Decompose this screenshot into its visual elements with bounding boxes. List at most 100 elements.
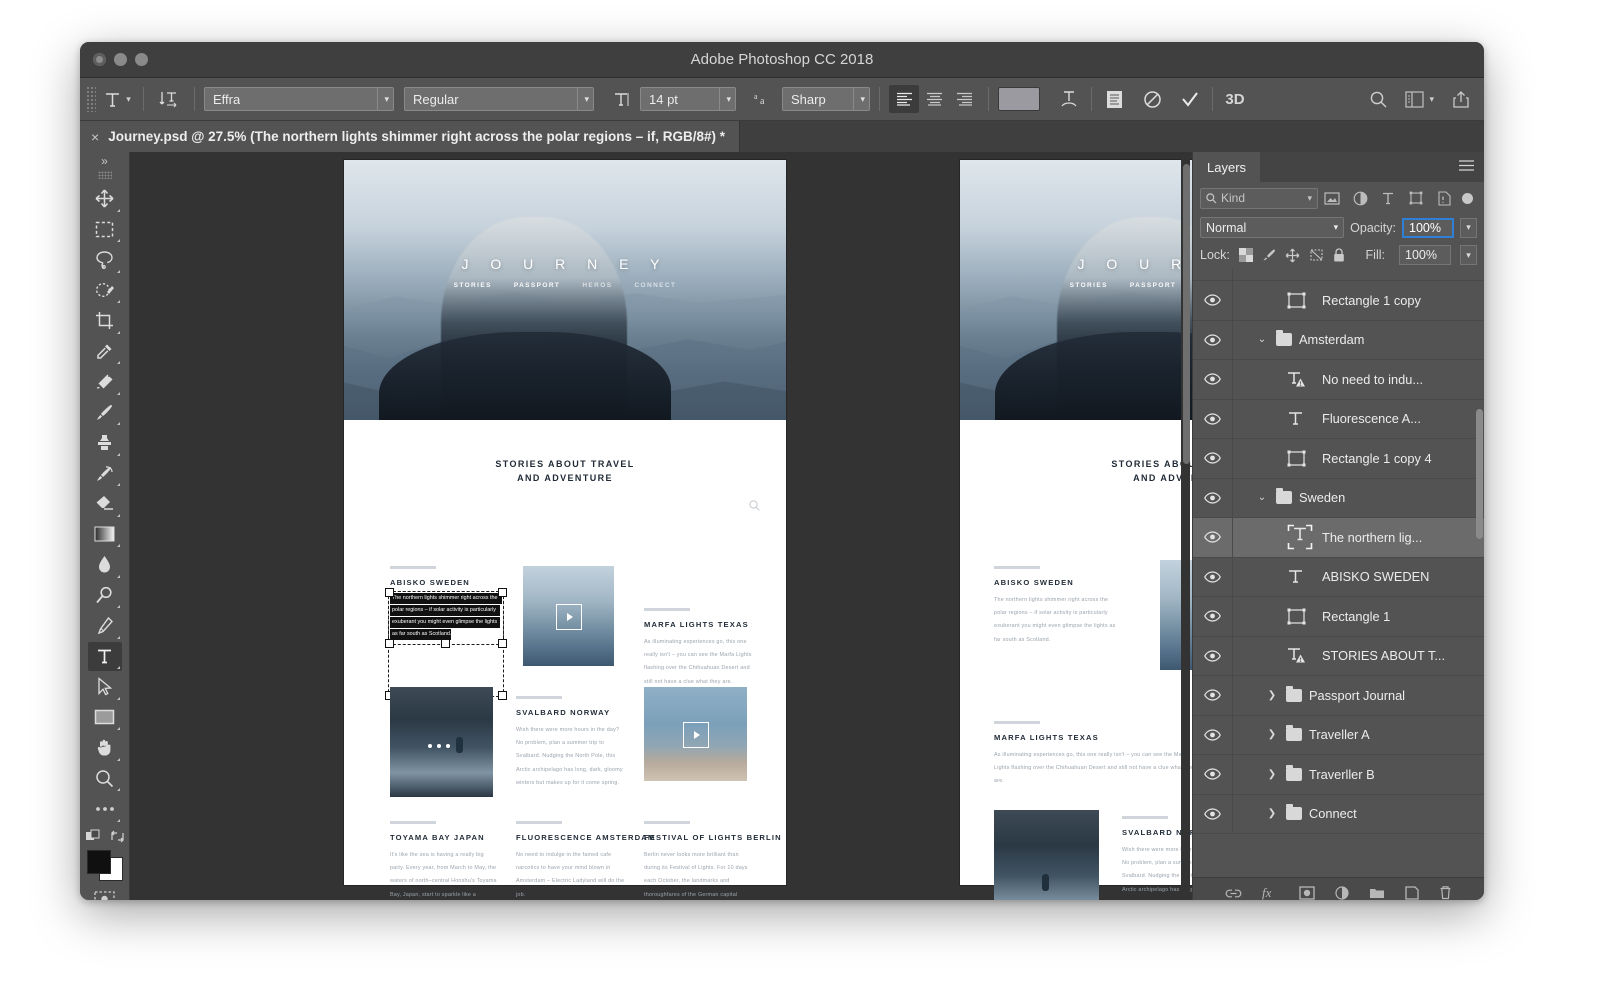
layer-row[interactable]: ABISKO SWEDEN bbox=[1193, 557, 1484, 597]
delete-layer-icon[interactable] bbox=[1439, 885, 1452, 900]
quick-mask-icon[interactable] bbox=[94, 891, 115, 900]
lock-artboard-nesting-icon[interactable] bbox=[1309, 248, 1324, 262]
transform-handle-s[interactable] bbox=[441, 639, 450, 648]
blur-tool[interactable] bbox=[88, 550, 122, 580]
blend-mode-select[interactable]: Normal ▾ bbox=[1200, 217, 1345, 238]
chevron-down-icon[interactable]: ⌄ bbox=[1255, 334, 1269, 345]
search-icon[interactable] bbox=[749, 500, 760, 514]
type-filter-icon[interactable] bbox=[1374, 187, 1402, 209]
document-tab[interactable]: × Journey.psd @ 27.5% (The northern ligh… bbox=[80, 121, 740, 152]
commit-edit-icon[interactable] bbox=[1177, 85, 1203, 113]
layer-row[interactable]: STORIES ABOUT T... bbox=[1193, 636, 1484, 676]
layer-visibility-toggle[interactable] bbox=[1193, 715, 1233, 754]
layer-row[interactable]: ⌄ Amsterdam bbox=[1193, 320, 1484, 360]
align-right-button[interactable] bbox=[949, 85, 979, 113]
new-group-icon[interactable] bbox=[1369, 886, 1385, 900]
nav-item-heros[interactable]: HEROS bbox=[582, 282, 612, 289]
layer-row[interactable]: No need to indu... bbox=[1193, 360, 1484, 400]
canvas-area[interactable]: J O U R N E Y STORIES PASSPORT HEROS CON… bbox=[130, 152, 1192, 900]
expand-toolbar-icon[interactable]: » bbox=[101, 154, 108, 169]
tab-layers[interactable]: Layers bbox=[1193, 152, 1261, 182]
layer-row[interactable]: ❯ Passport Journal bbox=[1193, 676, 1484, 716]
layers-scrollbar[interactable] bbox=[1476, 409, 1483, 539]
layer-visibility-toggle[interactable] bbox=[1193, 399, 1233, 438]
font-style-select[interactable]: Regular ▾ bbox=[404, 87, 594, 111]
chevron-right-icon[interactable]: ❯ bbox=[1265, 729, 1279, 740]
layer-row[interactable]: ❯ Traveller A bbox=[1193, 715, 1484, 755]
carousel-dots[interactable] bbox=[428, 744, 450, 748]
layer-row[interactable]: Fluorescence A... bbox=[1193, 399, 1484, 439]
layer-visibility-toggle[interactable] bbox=[1193, 320, 1233, 359]
chevron-right-icon[interactable]: ❯ bbox=[1265, 690, 1279, 701]
lock-image-pixels-icon[interactable] bbox=[1262, 248, 1276, 262]
chevron-down-icon[interactable]: ⌄ bbox=[1255, 492, 1269, 503]
cancel-edit-icon[interactable] bbox=[1139, 85, 1165, 113]
layer-row[interactable]: ⌄ Sweden bbox=[1193, 478, 1484, 518]
pixel-filter-icon[interactable] bbox=[1318, 187, 1346, 209]
layer-visibility-toggle[interactable] bbox=[1193, 755, 1233, 794]
character-panel-icon[interactable] bbox=[1101, 85, 1127, 113]
layer-visibility-toggle[interactable] bbox=[1193, 360, 1233, 399]
layer-visibility-toggle[interactable] bbox=[1193, 281, 1233, 320]
rectangle-tool[interactable] bbox=[88, 703, 122, 733]
transform-handle-ne[interactable] bbox=[498, 588, 507, 597]
layer-visibility-toggle[interactable] bbox=[1193, 518, 1233, 557]
photo-forest[interactable] bbox=[994, 810, 1099, 900]
path-selection-tool[interactable] bbox=[88, 672, 122, 702]
site-nav[interactable]: STORIES PASSPORT HEROS CONNECT bbox=[344, 282, 786, 289]
layer-row[interactable]: Rectangle 1 copy bbox=[1193, 281, 1484, 321]
clone-stamp-tool[interactable] bbox=[88, 428, 122, 458]
brush-tool[interactable] bbox=[88, 398, 122, 428]
edit-toolbar-icon[interactable] bbox=[88, 794, 122, 824]
chevron-down-icon[interactable]: ▾ bbox=[719, 88, 731, 110]
layer-row-partial[interactable] bbox=[1193, 269, 1484, 281]
three-d-button[interactable]: 3D bbox=[1222, 85, 1248, 113]
warp-text-icon[interactable] bbox=[1056, 85, 1082, 113]
eraser-tool[interactable] bbox=[88, 489, 122, 519]
chevron-down-icon[interactable]: ▾ bbox=[577, 88, 589, 110]
opacity-input[interactable]: 100% bbox=[1402, 217, 1454, 238]
crop-tool[interactable] bbox=[88, 306, 122, 336]
layer-visibility-toggle[interactable] bbox=[1193, 557, 1233, 596]
nav-item-stories[interactable]: STORIES bbox=[454, 282, 492, 289]
layer-visibility-toggle[interactable] bbox=[1193, 269, 1233, 280]
lock-all-icon[interactable] bbox=[1333, 247, 1345, 263]
quick-selection-tool[interactable] bbox=[88, 276, 122, 306]
opacity-stepper-icon[interactable]: ▾ bbox=[1460, 217, 1477, 238]
adjustment-filter-icon[interactable] bbox=[1346, 187, 1374, 209]
layer-list[interactable]: Rectangle 1 copy ⌄ Amsterdam No need to ind… bbox=[1193, 269, 1484, 877]
dodge-tool[interactable] bbox=[88, 581, 122, 611]
photo-forest[interactable] bbox=[390, 687, 493, 797]
bbox-handle-se[interactable] bbox=[498, 691, 507, 700]
chevron-down-icon[interactable]: ▾ bbox=[126, 94, 131, 105]
play-button[interactable] bbox=[683, 722, 709, 748]
site-nav[interactable]: STORIES PASSPORT HEROS CONNECT bbox=[960, 282, 1192, 289]
layer-visibility-toggle[interactable] bbox=[1193, 597, 1233, 636]
add-layer-mask-icon[interactable] bbox=[1299, 885, 1315, 901]
font-family-select[interactable]: Effra ▾ bbox=[204, 87, 394, 111]
layer-visibility-toggle[interactable] bbox=[1193, 676, 1233, 715]
font-size-select[interactable]: 14 pt ▾ bbox=[640, 87, 736, 111]
type-tool-icon[interactable]: ▾ bbox=[100, 85, 134, 113]
layer-row[interactable]: The northern lig... bbox=[1193, 518, 1484, 558]
transform-handle-sw[interactable] bbox=[385, 639, 394, 648]
workspace-switcher-icon[interactable]: ▾ bbox=[1405, 85, 1434, 113]
layer-row[interactable]: ❯ Traverller B bbox=[1193, 755, 1484, 795]
align-left-button[interactable] bbox=[889, 85, 919, 113]
hand-tool[interactable] bbox=[88, 733, 122, 763]
zoom-tool[interactable] bbox=[88, 764, 122, 794]
layer-visibility-toggle[interactable] bbox=[1193, 794, 1233, 833]
screen-mode-row[interactable] bbox=[85, 829, 125, 844]
nav-item-passport[interactable]: PASSPORT bbox=[1130, 282, 1176, 289]
play-button[interactable] bbox=[556, 604, 582, 630]
text-color-swatch[interactable] bbox=[998, 87, 1040, 111]
move-tool[interactable] bbox=[88, 184, 122, 214]
foreground-color-swatch[interactable] bbox=[86, 849, 111, 874]
photo-mountain[interactable] bbox=[523, 566, 614, 666]
chevron-right-icon[interactable]: ❯ bbox=[1265, 808, 1279, 819]
lock-transparent-pixels-icon[interactable] bbox=[1238, 248, 1253, 262]
filter-kind-select[interactable]: Kind ▾ bbox=[1200, 187, 1318, 209]
text-orientation-icon[interactable] bbox=[153, 85, 185, 113]
new-layer-icon[interactable] bbox=[1405, 885, 1419, 901]
pen-tool[interactable] bbox=[88, 611, 122, 641]
